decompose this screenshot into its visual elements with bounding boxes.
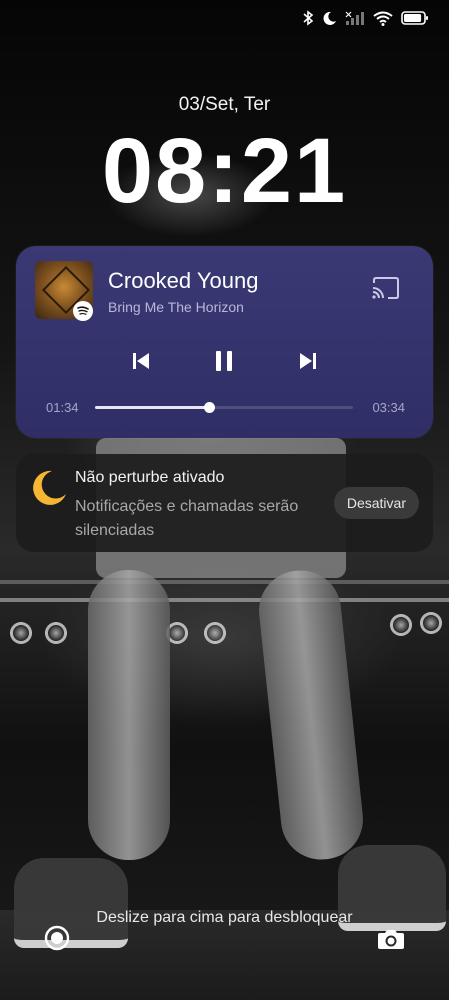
deactivate-button[interactable]: Desativar [333,487,419,519]
stage-light [390,614,412,636]
unlock-hint: Deslize para cima para desbloquear [96,909,353,926]
wifi-icon [373,11,393,26]
progress-knob[interactable] [203,402,215,413]
lockscreen-clock: 08:21 [101,120,348,222]
stage-light [10,622,32,644]
track-title: Crooked Young [108,268,259,293]
moon-icon [33,470,66,505]
progress-fill [95,406,209,409]
figure-leg [88,570,170,860]
stage-truss [0,580,449,584]
previous-button[interactable] [124,346,158,376]
cast-icon[interactable] [370,276,400,305]
stage-light [420,612,442,634]
dnd-title: Não perturbe ativado [75,469,225,486]
stage-light [45,622,67,644]
next-button[interactable] [291,346,325,376]
next-icon [300,353,316,369]
assistant-icon[interactable] [44,925,70,956]
track-artist: Bring Me The Horizon [108,299,244,315]
previous-icon [133,353,149,369]
figure-shoe [14,858,128,948]
status-bar [302,10,429,26]
pause-icon [216,351,232,371]
stage-truss [0,598,449,602]
spotify-icon [73,301,93,321]
elapsed-time: 01:34 [46,400,79,415]
progress-bar[interactable] [95,402,353,413]
camera-icon[interactable] [377,927,405,956]
dnd-body: Notificações e chamadas serão silenciada… [75,498,299,539]
media-player-card[interactable]: Crooked Young Bring Me The Horizon 01:34… [16,246,433,438]
signal-icon [345,11,364,25]
pause-button[interactable] [207,346,241,376]
bluetooth-icon [303,10,314,26]
dnd-notification[interactable]: Não perturbe ativado Notificações e cham… [16,454,433,552]
duration-time: 03:34 [372,400,405,415]
moon-icon [323,11,336,25]
stage-light [204,622,226,644]
lockscreen-date: 03/Set, Ter [178,94,271,115]
battery-icon [401,11,428,25]
